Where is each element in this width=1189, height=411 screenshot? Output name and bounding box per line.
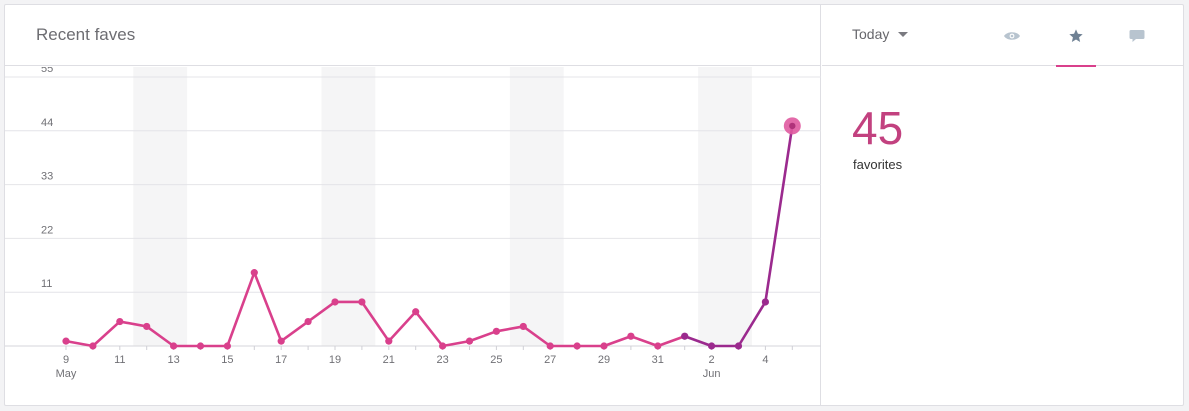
favorites-label: favorites xyxy=(853,157,903,172)
chevron-down-icon xyxy=(898,31,909,37)
data-point xyxy=(708,342,716,350)
data-point xyxy=(358,298,366,306)
x-tick-label: 19 xyxy=(329,354,341,366)
series-line-segment xyxy=(253,271,283,343)
series-line-segment xyxy=(629,334,660,348)
data-point xyxy=(789,122,796,130)
series-line-segment xyxy=(64,339,95,348)
x-tick-label: 17 xyxy=(275,354,287,366)
stats-panel: Today 45 favorites xyxy=(822,5,1183,405)
data-point xyxy=(546,342,554,350)
x-tick-label: 31 xyxy=(652,354,664,366)
series-line-segment xyxy=(656,334,687,348)
period-dropdown[interactable]: Today xyxy=(852,26,909,42)
data-point xyxy=(89,342,97,350)
series-line-segment xyxy=(91,320,122,348)
stats-header: Today xyxy=(822,5,1183,67)
data-point xyxy=(116,317,124,326)
data-point xyxy=(600,342,608,350)
data-point xyxy=(170,342,178,350)
chart-header: Recent faves xyxy=(5,5,821,66)
x-tick-label: 9 xyxy=(63,354,69,366)
weekend-band xyxy=(698,67,752,346)
series-line-segment xyxy=(468,330,498,343)
x-tick-label: 27 xyxy=(544,354,556,366)
favorites-count: 45 xyxy=(852,102,904,154)
data-point xyxy=(277,337,285,345)
x-tick-label: 25 xyxy=(490,354,502,366)
weekend-band xyxy=(133,67,188,346)
data-point xyxy=(196,342,205,350)
x-tick-label: 21 xyxy=(383,354,395,366)
data-point xyxy=(223,342,231,350)
tab-faves[interactable] xyxy=(1056,5,1096,67)
tab-comments[interactable] xyxy=(1117,5,1157,66)
comment-icon xyxy=(1129,29,1145,43)
x-tick-month-label: Jun xyxy=(703,368,721,380)
data-point xyxy=(492,327,500,335)
x-tick-label: 13 xyxy=(167,354,179,366)
weekend-band xyxy=(509,67,564,346)
period-label: Today xyxy=(852,26,890,42)
data-point xyxy=(412,308,420,316)
data-point xyxy=(439,342,447,350)
series-line-segment xyxy=(387,310,418,343)
y-tick-label: 11 xyxy=(41,278,52,290)
series-line-segment xyxy=(764,124,794,304)
data-point xyxy=(62,337,70,345)
series-line-segment xyxy=(279,320,310,343)
series-line-segment xyxy=(441,339,471,348)
data-point xyxy=(304,317,312,326)
tab-views[interactable] xyxy=(992,5,1032,66)
x-tick-label: 11 xyxy=(114,354,125,366)
star-icon xyxy=(1068,28,1084,44)
data-point xyxy=(654,342,662,350)
x-tick-label: 23 xyxy=(436,354,448,366)
x-tick-label: 29 xyxy=(598,354,610,366)
y-tick-label: 33 xyxy=(41,171,53,183)
y-tick-label: 22 xyxy=(41,224,53,236)
data-point xyxy=(681,332,689,340)
x-tick-label: 2 xyxy=(709,354,715,366)
data-point xyxy=(734,342,743,350)
series-line-segment xyxy=(602,334,633,348)
data-point xyxy=(331,298,339,306)
faves-line-chart: 55 44 33 22 11 9 May 11 13 15 17 19 21 23 25 27 29 31 2 Jun… xyxy=(5,67,821,380)
data-point xyxy=(385,337,393,345)
x-tick-month-label: May xyxy=(56,368,77,380)
y-tick-label: 44 xyxy=(41,117,53,129)
data-point xyxy=(250,269,258,277)
weekend-band xyxy=(321,67,376,346)
page-title: Recent faves xyxy=(36,25,136,44)
data-point xyxy=(465,337,474,345)
eye-icon xyxy=(1003,30,1021,42)
data-point xyxy=(627,332,635,340)
data-point xyxy=(143,322,151,331)
data-point xyxy=(761,298,770,306)
recent-faves-card: Recent faves 55 44 33 22 11 9 May 11 13 15 17 19 21 2… xyxy=(4,4,1184,406)
chart-panel: Recent faves 55 44 33 22 11 9 May 11 13 15 17 19 21 2… xyxy=(5,5,821,405)
data-point xyxy=(519,322,527,331)
series-line-segment xyxy=(414,310,444,348)
x-tick-label: 15 xyxy=(221,354,233,366)
series-line-segment xyxy=(226,271,256,348)
data-point xyxy=(573,342,581,350)
x-tick-label: 4 xyxy=(762,354,768,366)
y-tick-label: 55 xyxy=(41,67,53,75)
